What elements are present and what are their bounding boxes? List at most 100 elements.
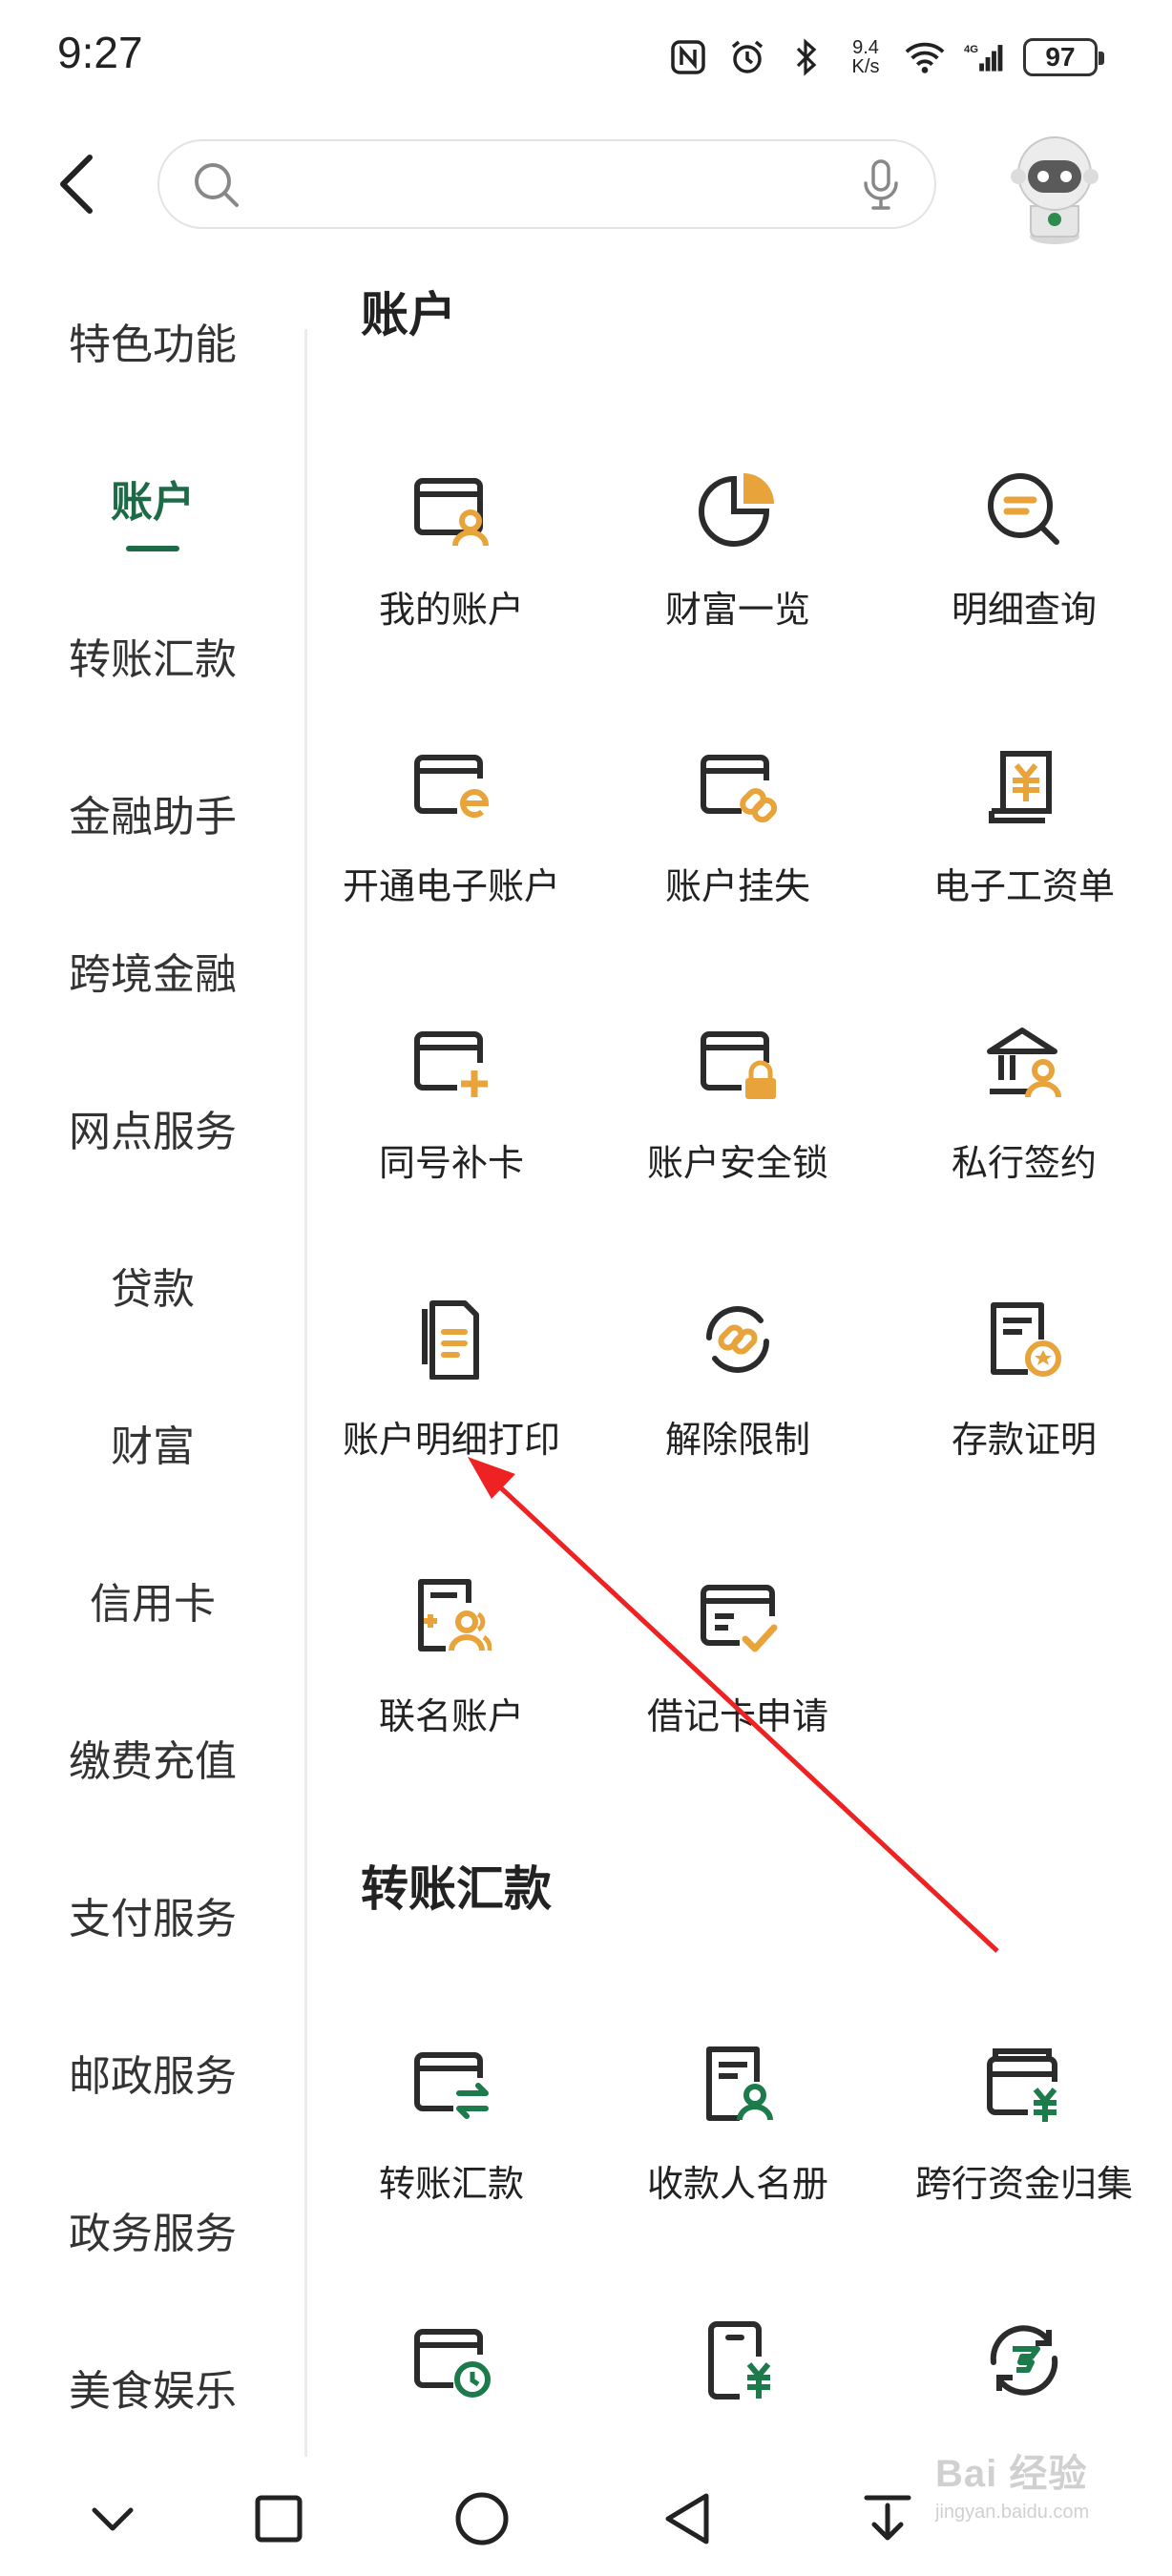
- sidebar-item-cross-border[interactable]: 跨境金融: [0, 940, 305, 1001]
- tile-fund-collection[interactable]: 跨行资金归集: [881, 2044, 1167, 2234]
- tile-label: 联名账户: [378, 1697, 524, 1737]
- nfc-icon: [668, 37, 708, 77]
- status-icons: 9.4 K/s 4G 97: [668, 29, 1104, 86]
- tile-report-loss[interactable]: 账户挂失: [595, 746, 881, 937]
- speed-indicator: 9.4 K/s: [851, 37, 880, 77]
- sidebar-item-food-fun[interactable]: 美食娱乐: [0, 2357, 305, 2418]
- sidebar-item-finance-assistant[interactable]: 金融助手: [0, 782, 305, 843]
- sidebar-item-label: 转账汇款: [69, 636, 237, 683]
- avatar[interactable]: [993, 124, 1117, 248]
- payslip-icon: [989, 751, 1052, 823]
- tile-private-banking[interactable]: 私行签约: [881, 1023, 1167, 1214]
- sidebar-item-label: 美食娱乐: [69, 2368, 237, 2415]
- tile-label: 借记卡申请: [646, 1697, 828, 1737]
- sidebar-item-label: 支付服务: [69, 1896, 237, 1942]
- sidebar-item-loans[interactable]: 贷款: [0, 1255, 305, 1316]
- wifi-icon: [905, 37, 945, 77]
- bluetooth-icon: [786, 37, 827, 77]
- search-input[interactable]: [255, 156, 822, 216]
- tile-joint-account[interactable]: 联名账户: [308, 1576, 595, 1767]
- card-user-icon: [414, 478, 489, 547]
- section-title-account: 账户: [361, 288, 456, 342]
- tile-open-e-account[interactable]: 开通电子账户: [308, 746, 595, 937]
- tile-label: 账户明细打印: [342, 1421, 560, 1461]
- joint-account-icon: [418, 1579, 492, 1652]
- sidebar-item-branch-service[interactable]: 网点服务: [0, 1097, 305, 1158]
- sidebar-item-label: 政务服务: [69, 2211, 237, 2257]
- signal-icon: 4G: [964, 37, 1004, 77]
- tile-label: 账户安全锁: [646, 1144, 828, 1184]
- sidebar-item-features[interactable]: 特色功能: [0, 310, 305, 371]
- sidebar-item-payments[interactable]: 缴费充值: [0, 1727, 305, 1788]
- tile-label: 存款证明: [951, 1421, 1097, 1461]
- sidebar-item-label: 网点服务: [69, 1109, 237, 1155]
- square-icon: [255, 2495, 303, 2543]
- tile-label: 电子工资单: [932, 867, 1115, 907]
- tile-account-lock[interactable]: 账户安全锁: [595, 1023, 881, 1214]
- tile-payee-list[interactable]: 收款人名册: [595, 2044, 881, 2234]
- tile-transfer[interactable]: 转账汇款: [308, 2044, 595, 2234]
- tile-remove-restriction[interactable]: 解除限制: [595, 1299, 881, 1490]
- card-lock-icon: [701, 1031, 776, 1099]
- phone-yuan-icon: [708, 2321, 771, 2399]
- circle-icon: [455, 2492, 509, 2545]
- sidebar-item-account[interactable]: 账户: [0, 467, 305, 551]
- alarm-icon: [727, 37, 767, 77]
- tile-wealth-overview[interactable]: 财富一览: [595, 469, 881, 660]
- tile-label: 转账汇款: [378, 2165, 524, 2205]
- back-button[interactable]: [48, 151, 105, 218]
- sidebar-item-government[interactable]: 政务服务: [0, 2199, 305, 2260]
- chevron-down-icon: [92, 2507, 134, 2531]
- collapse-button[interactable]: [84, 2490, 141, 2547]
- tile-label: 收款人名册: [646, 2165, 828, 2205]
- download-icon: [864, 2495, 911, 2541]
- tile-label: 开通电子账户: [342, 867, 560, 907]
- tile-my-account[interactable]: 我的账户: [308, 469, 595, 660]
- sidebar-item-wealth[interactable]: 财富: [0, 1412, 305, 1473]
- tile-label: 解除限制: [664, 1421, 810, 1461]
- card-plus-icon: [414, 1031, 488, 1097]
- tile-debit-card-apply[interactable]: 借记卡申请: [595, 1576, 881, 1767]
- sidebar-item-label: 特色功能: [69, 322, 237, 368]
- svg-text:4G: 4G: [964, 44, 978, 55]
- sidebar-item-label: 缴费充值: [69, 1738, 237, 1785]
- battery-icon: 97: [1023, 38, 1104, 76]
- certificate-icon: [991, 1302, 1061, 1377]
- tile-label: 同号补卡: [378, 1144, 524, 1184]
- bank-user-icon: [987, 1028, 1061, 1098]
- sidebar-item-credit-card[interactable]: 信用卡: [0, 1569, 305, 1631]
- home-button[interactable]: [453, 2490, 511, 2547]
- tile-deposit-certificate[interactable]: 存款证明: [881, 1299, 1167, 1490]
- tile-e-payslip[interactable]: 电子工资单: [881, 746, 1167, 937]
- tile-statement-print[interactable]: 账户明细打印: [308, 1299, 595, 1490]
- sidebar-item-transfer[interactable]: 转账汇款: [0, 625, 305, 686]
- nav-back-button[interactable]: [659, 2490, 716, 2547]
- status-bar: 9:27 9.4 K/s 4G 97: [0, 0, 1172, 114]
- card-clock-icon: [414, 2329, 491, 2398]
- search-icon: [195, 163, 239, 207]
- tile-label: 私行签约: [951, 1144, 1097, 1184]
- triangle-back-icon: [665, 2493, 709, 2545]
- sidebar-item-label: 邮政服务: [69, 2053, 237, 2100]
- back-icon: [60, 155, 93, 214]
- microphone-icon[interactable]: [862, 158, 900, 212]
- tile-reissue-card[interactable]: 同号补卡: [308, 1023, 595, 1214]
- sidebar-item-label: 贷款: [111, 1266, 195, 1313]
- postal-cycle-icon: [990, 2325, 1058, 2396]
- download-button[interactable]: [859, 2490, 916, 2547]
- recents-button[interactable]: [250, 2490, 307, 2547]
- sidebar-item-postal[interactable]: 邮政服务: [0, 2042, 305, 2103]
- card-e-icon: [414, 755, 490, 819]
- tile-label: 账户挂失: [664, 867, 810, 907]
- sidebar-item-pay-service[interactable]: 支付服务: [0, 1884, 305, 1945]
- tile-label: 财富一览: [664, 591, 810, 631]
- unlink-icon: [706, 1306, 769, 1373]
- search-bar[interactable]: [157, 139, 936, 229]
- card-link-icon: [701, 755, 778, 823]
- sidebar-item-label: 账户: [111, 479, 195, 526]
- sidebar-item-label: 跨境金融: [69, 951, 237, 998]
- sidebar-item-label: 金融助手: [69, 794, 237, 841]
- tile-label: 明细查询: [951, 591, 1097, 631]
- tile-detail-query[interactable]: 明细查询: [881, 469, 1167, 660]
- payee-list-icon: [706, 2046, 773, 2121]
